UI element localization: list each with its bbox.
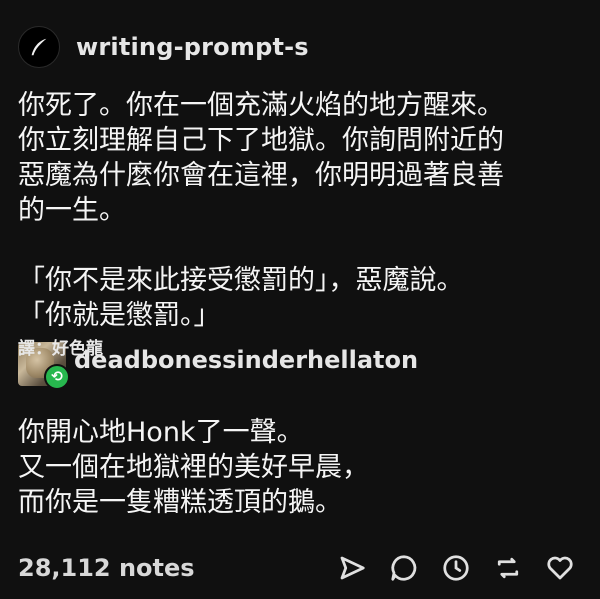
reblog-header: ⟲ 譯：好色龍 deadbonessinderhellaton xyxy=(18,334,578,390)
reply-icon[interactable] xyxy=(382,548,426,588)
history-icon[interactable] xyxy=(434,548,478,588)
reblog-icon[interactable] xyxy=(486,548,530,588)
reblog-author[interactable]: deadbonessinderhellaton xyxy=(74,346,418,374)
post-header: writing-prompt-s xyxy=(18,26,309,68)
post-author[interactable]: writing-prompt-s xyxy=(76,33,309,61)
reblog-badge-icon: ⟲ xyxy=(44,364,70,390)
share-icon[interactable] xyxy=(330,548,374,588)
notes-count[interactable]: 28,112 notes xyxy=(18,554,322,582)
like-heart-icon[interactable] xyxy=(538,548,582,588)
reblog-body: 你開心地Honk了一聲。 又一個在地獄裡的美好早晨， 而你是一隻糟糕透頂的鵝。 xyxy=(18,417,369,518)
quill-icon xyxy=(31,38,47,56)
author-avatar[interactable] xyxy=(18,26,60,68)
post-body: 你死了。你在一個充滿火焰的地方醒來。 你立刻理解自己下了地獄。你詢問附近的 惡魔… xyxy=(18,90,504,331)
post-footer: 28,112 notes xyxy=(18,548,582,588)
